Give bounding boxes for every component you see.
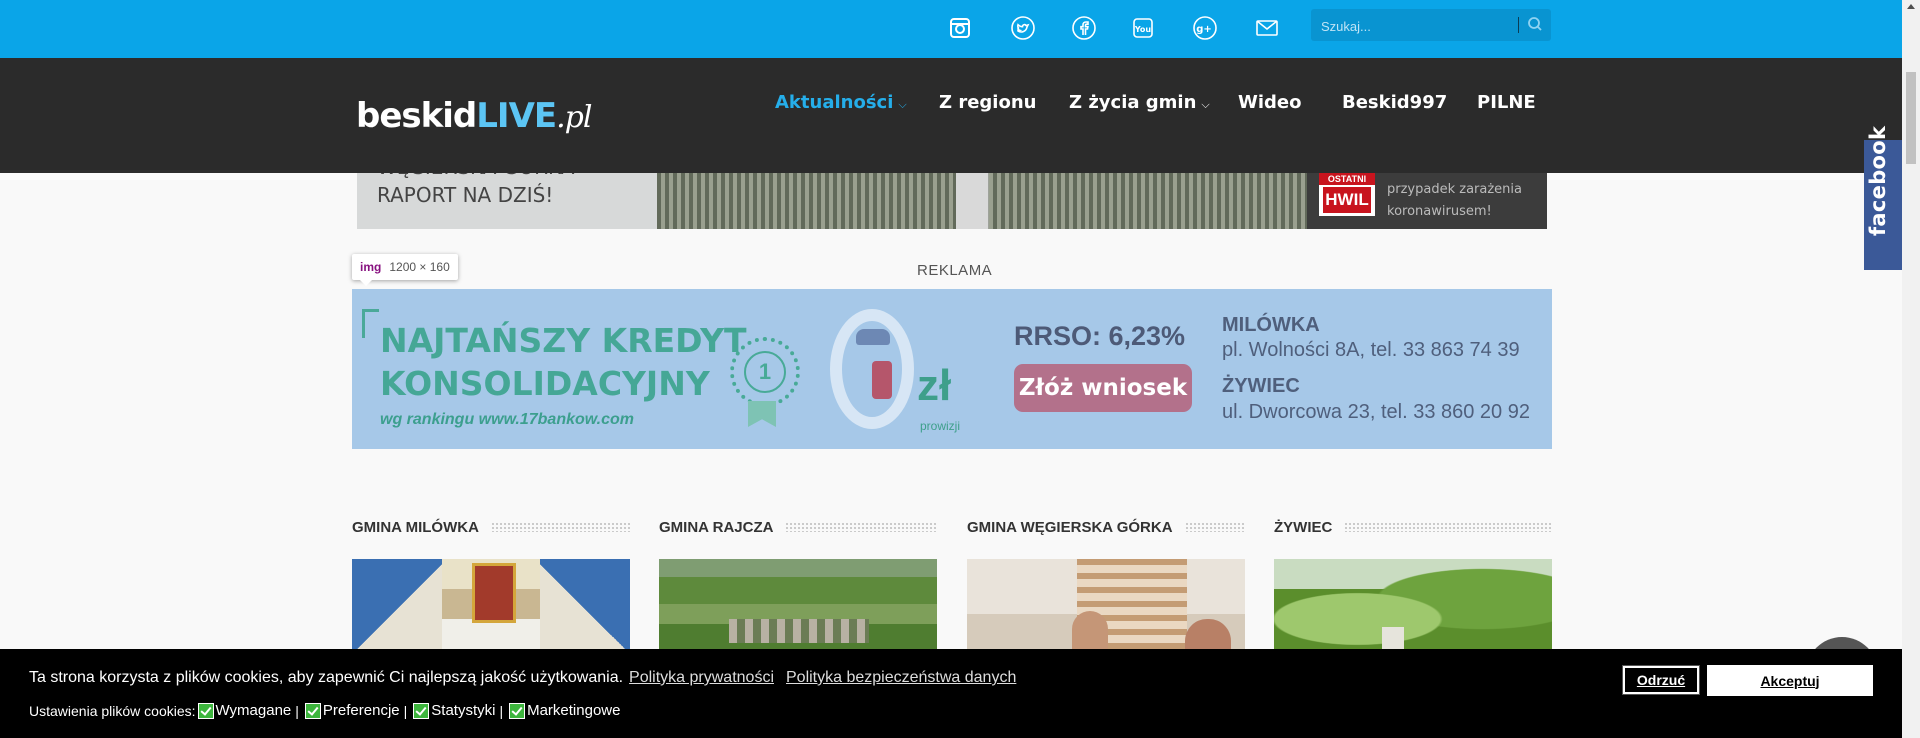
cookie-settings-label: Ustawienia plików cookies: — [29, 702, 196, 719]
nav-item-aktualnosci[interactable]: Aktualności ⌵ — [775, 92, 907, 113]
section-title[interactable]: ŻYWIEC — [1274, 519, 1332, 536]
section-divider — [785, 522, 937, 532]
svg-text:g+: g+ — [1196, 24, 1212, 35]
top-bar: You g+ — [0, 0, 1902, 58]
slide-title: WĘGIERSKA GÓRKA RAPORT NA DZIŚ! — [377, 173, 574, 207]
banner-corner-mark — [362, 309, 379, 338]
banner-title: NAJTAŃSZY KREDYT KONSOLIDACYJNY — [380, 321, 747, 403]
news-slider: WĘGIERSKA GÓRKA RAPORT NA DZIŚ! OSTATNI … — [357, 173, 1547, 229]
accept-cookies-button[interactable]: Akceptuj — [1707, 665, 1873, 696]
banner-city-milowka: MILÓWKA — [1222, 314, 1320, 336]
main-navbar: beskidLIVE.pl Aktualności ⌵ Z regionu Z ż… — [0, 58, 1902, 173]
cookie-option-preferences[interactable]: Preferencje — [303, 702, 400, 719]
facebook-side-tab[interactable]: facebook — [1864, 126, 1902, 270]
cookie-settings: Ustawienia plików cookies: Wymagane | Pr… — [29, 702, 621, 719]
banner-city-zywiec: ŻYWIEC — [1222, 375, 1300, 397]
slider-side-item[interactable]: OSTATNI HWIL przypadek zarażenia koronaw… — [1307, 173, 1547, 229]
privacy-policy-link[interactable]: Polityka prywatności — [629, 669, 774, 686]
search-input[interactable] — [1319, 15, 1523, 37]
ad-label: REKLAMA — [917, 262, 993, 279]
data-security-policy-link[interactable]: Polityka bezpieczeństwa danych — [786, 669, 1016, 686]
inspector-tooltip: img 1200 × 160 — [352, 254, 458, 286]
zero-commission-graphic — [830, 309, 914, 429]
section-gmina-milowka: GMINA MILÓWKA — [352, 517, 630, 659]
slide-image[interactable] — [657, 173, 1307, 229]
banner-currency: zł — [917, 361, 952, 410]
logo-text-live: LIVE — [476, 96, 557, 136]
cookie-message: Ta strona korzysta z plików cookies, aby… — [29, 669, 1017, 686]
section-title[interactable]: GMINA WĘGIERSKA GÓRKA — [967, 519, 1173, 536]
nav-item-z-regionu[interactable]: Z regionu — [939, 92, 1036, 113]
nav-item-pilne[interactable]: PILNE — [1477, 92, 1536, 113]
twitter-icon[interactable] — [1009, 14, 1037, 42]
article-thumbnail[interactable] — [1274, 559, 1552, 659]
logo-text-beskid: beskid — [356, 96, 477, 136]
banner-rrso: RRSO: 6,23% — [1014, 321, 1186, 351]
search-box — [1311, 9, 1551, 41]
side-item-text: przypadek zarażenia koronawirusem! — [1387, 182, 1522, 219]
article-thumbnail[interactable] — [659, 559, 937, 659]
search-divider — [1518, 17, 1519, 33]
cookie-banner: Ta strona korzysta z plików cookies, aby… — [0, 649, 1902, 738]
apply-button[interactable]: Złóż wniosek — [1014, 364, 1192, 412]
section-divider — [1344, 522, 1552, 532]
refuse-cookies-button[interactable]: Odrzuć — [1623, 666, 1699, 694]
section-gmina-wegierska-gorka: GMINA WĘGIERSKA GÓRKA — [967, 517, 1245, 659]
section-title[interactable]: GMINA RAJCZA — [659, 519, 773, 536]
side-thumbnail: OSTATNI HWIL — [1319, 173, 1375, 216]
cookie-option-statistics[interactable]: Statystyki — [411, 702, 495, 719]
slide-caption[interactable]: WĘGIERSKA GÓRKA RAPORT NA DZIŚ! — [357, 173, 657, 229]
search-icon[interactable] — [1525, 15, 1545, 35]
facebook-icon[interactable] — [1070, 14, 1098, 42]
banner-address-zywiec: ul. Dworcowa 23, tel. 33 860 20 92 — [1222, 401, 1530, 423]
banner-address-milowka: pl. Wolności 8A, tel. 33 863 74 39 — [1222, 339, 1520, 361]
article-thumbnail[interactable] — [967, 559, 1245, 659]
youtube-icon[interactable]: You — [1129, 14, 1157, 42]
section-zywiec: ŻYWIEC — [1274, 517, 1552, 659]
site-logo[interactable]: beskidLIVE.pl — [356, 96, 592, 136]
article-thumbnail[interactable] — [352, 559, 630, 659]
scrollbar-thumb[interactable] — [1906, 72, 1916, 164]
banner-ranking: wg rankingu www.17bankow.com — [380, 411, 634, 428]
svg-text:You: You — [1134, 25, 1152, 34]
scroll-up-arrow-icon[interactable] — [1907, 4, 1915, 9]
section-divider — [490, 522, 630, 532]
ad-banner[interactable]: NAJTAŃSZY KREDYT KONSOLIDACYJNY wg ranki… — [352, 289, 1552, 449]
checkbox-checked-icon[interactable] — [304, 702, 321, 719]
checkbox-checked-icon[interactable] — [197, 702, 214, 719]
facebook-tab-label: facebook — [1866, 125, 1890, 236]
banner-commission-label: prowizji — [920, 419, 961, 433]
instagram-icon[interactable] — [946, 14, 974, 42]
logo-text-pl: .pl — [556, 100, 592, 135]
cookie-option-marketing[interactable]: Marketingowe — [507, 702, 620, 719]
nav-item-wideo[interactable]: Wideo — [1238, 92, 1301, 113]
cookie-option-required[interactable]: Wymagane — [196, 702, 291, 719]
section-title[interactable]: GMINA MILÓWKA — [352, 519, 479, 536]
nav-item-beskid997[interactable]: Beskid997 — [1342, 92, 1447, 113]
medal-icon: 1 — [730, 337, 800, 407]
checkbox-checked-icon[interactable] — [509, 702, 526, 719]
google-plus-icon[interactable]: g+ — [1191, 14, 1219, 42]
section-divider — [1184, 522, 1245, 532]
chevron-down-icon: ⌵ — [1201, 98, 1210, 111]
checkbox-checked-icon[interactable] — [413, 702, 430, 719]
mail-icon[interactable] — [1253, 14, 1281, 42]
section-gmina-rajcza: GMINA RAJCZA — [659, 517, 937, 659]
chevron-down-icon: ⌵ — [898, 98, 907, 111]
nav-item-z-zycia-gmin[interactable]: Z życia gmin ⌵ — [1069, 92, 1210, 113]
scrollbar[interactable] — [1902, 0, 1920, 738]
